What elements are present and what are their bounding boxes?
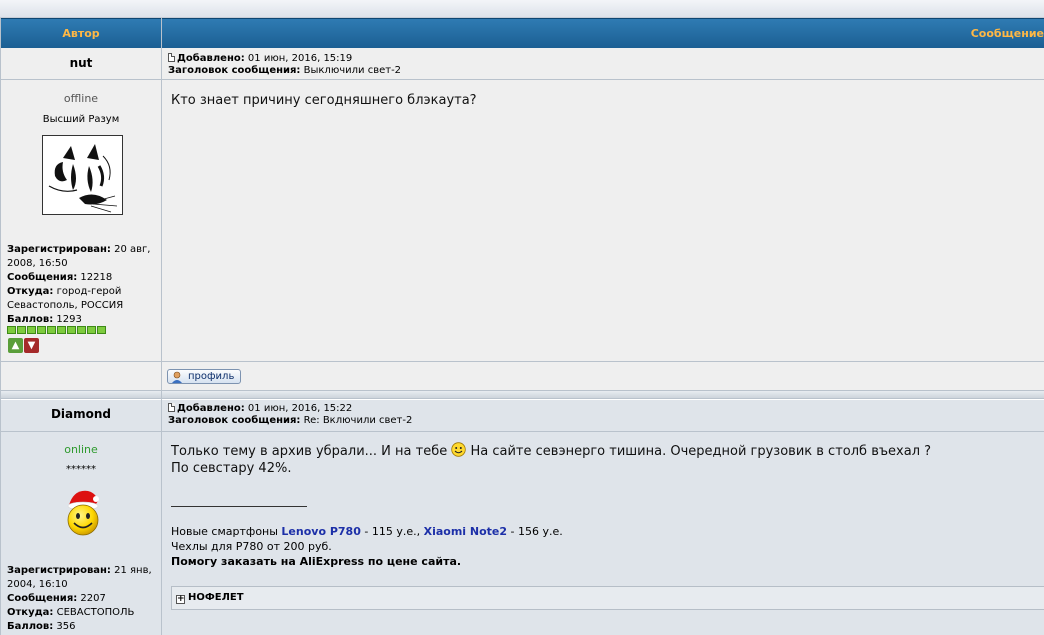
from-label: Откуда:	[7, 286, 54, 297]
post2-message-body: Только тему в архив убрали... И на тебе …	[162, 432, 1044, 635]
post1-profile-button[interactable]: профиль	[167, 369, 242, 384]
post2-text: Только тему в архив убрали... И на тебе …	[162, 442, 1032, 477]
post1-messages: 12218	[80, 272, 113, 283]
post2-points: 356	[56, 621, 76, 632]
sig-line1-pre: Новые смартфоны	[171, 525, 282, 538]
messages-label: Сообщения:	[7, 593, 78, 604]
points-label: Баллов:	[7, 621, 54, 632]
post2-text-a: Только тему в архив убрали... И на тебе	[171, 444, 448, 459]
post-link-icon[interactable]	[168, 53, 175, 62]
post2-text-c: По севстару 42%.	[171, 461, 292, 476]
points-label: Баллов:	[7, 314, 54, 325]
registered-label: Зарегистрирован:	[7, 565, 111, 576]
post1-subject: Выключили свет-2	[303, 65, 402, 76]
post1-rank: Высший Разум	[42, 114, 120, 125]
top-strip	[0, 0, 1044, 18]
post2-subject: Re: Включили свет-2	[303, 415, 413, 426]
column-header-message: Сообщение	[162, 18, 1044, 48]
sig-link-xiaomi[interactable]: Xiaomi Note2	[424, 525, 507, 538]
from-label: Откуда:	[7, 607, 54, 618]
messages-label: Сообщения:	[7, 272, 78, 283]
cat-avatar-icon	[48, 144, 118, 213]
post1-foot-right: профиль	[162, 362, 1044, 391]
added-label: Добавлено:	[177, 53, 245, 64]
subject-label: Заголовок сообщения:	[168, 65, 301, 76]
post1-text: Кто знает причину сегодняшнего блэкаута?	[171, 93, 477, 108]
profile-button-label: профиль	[188, 371, 235, 382]
post1-date: 01 июн, 2016, 15:19	[247, 53, 353, 64]
post1-info-head: Добавлено: 01 июн, 2016, 15:19 Заголовок…	[162, 48, 1044, 80]
post-separator	[0, 391, 1044, 399]
thumbs-up-icon[interactable]: ▲	[8, 338, 23, 353]
post1-points: 1293	[56, 314, 82, 325]
post2-username[interactable]: Diamond	[1, 400, 161, 429]
added-label: Добавлено:	[177, 403, 245, 414]
post2-status: online	[64, 443, 98, 456]
left-border	[0, 18, 1, 635]
post1-profile: Зарегистрирован: 20 авг, 2008, 16:50 Соо…	[1, 243, 157, 327]
subject-label: Заголовок сообщения:	[168, 415, 301, 426]
sig-line1-mid: - 115 у.е.,	[360, 525, 424, 538]
post2-profile: Зарегистрирован: 21 янв, 2004, 16:10 Соо…	[1, 564, 157, 634]
expand-plus-icon[interactable]: +	[176, 595, 185, 604]
post2-info-head: Добавлено: 01 июн, 2016, 15:22 Заголовок…	[162, 400, 1044, 432]
registered-label: Зарегистрирован:	[7, 244, 111, 255]
sig-line1-post: - 156 у.е.	[507, 525, 563, 538]
sig-line3: Помогу заказать на AliExpress по цене са…	[171, 555, 462, 568]
santa-smiley-icon	[67, 490, 99, 536]
user-profile-icon	[172, 371, 182, 383]
post1-vote: ▲ ▼	[8, 338, 39, 353]
post1-avatar	[42, 135, 123, 215]
post2-author-head: Diamond	[1, 400, 161, 432]
column-header-author: Автор	[1, 18, 161, 48]
post2-avatar	[64, 487, 102, 537]
post2-messages: 2207	[80, 593, 106, 604]
post2-from: СЕВАСТОПОЛЬ	[56, 607, 135, 618]
post1-message-body: Кто знает причину сегодняшнего блэкаута?	[162, 80, 1044, 362]
post1-username[interactable]: nut	[1, 48, 161, 79]
thumbs-down-icon[interactable]: ▼	[24, 338, 39, 353]
signature-divider	[171, 506, 307, 507]
spoiler-title: НОФЕЛЕТ	[188, 592, 244, 603]
post1-reputation-bar	[1, 326, 106, 334]
post2-spoiler[interactable]: + НОФЕЛЕТ	[171, 586, 1044, 610]
sig-line2: Чехлы для P780 от 200 руб.	[171, 540, 332, 553]
smile-emoticon-icon	[451, 442, 467, 457]
post1-author-body: offline Высший Разум Зарегистрирован: 20…	[1, 80, 161, 362]
post2-text-b: На сайте севэнерго тишина. Очередной гру…	[470, 444, 932, 459]
post1-author-head: nut	[1, 48, 161, 80]
post1-foot-left	[1, 362, 161, 391]
post2-signature: Новые смартфоны Lenovo P780 - 115 у.е., …	[162, 524, 1022, 569]
post2-author-body: online ****** Зарегистрирован: 21 янв, 2…	[1, 432, 161, 635]
post2-date: 01 июн, 2016, 15:22	[247, 403, 353, 414]
column-divider	[161, 18, 162, 635]
post1-status: offline	[63, 92, 99, 105]
sig-link-lenovo[interactable]: Lenovo P780	[281, 525, 360, 538]
post-link-icon[interactable]	[168, 403, 175, 412]
post2-rank: ******	[66, 464, 96, 475]
